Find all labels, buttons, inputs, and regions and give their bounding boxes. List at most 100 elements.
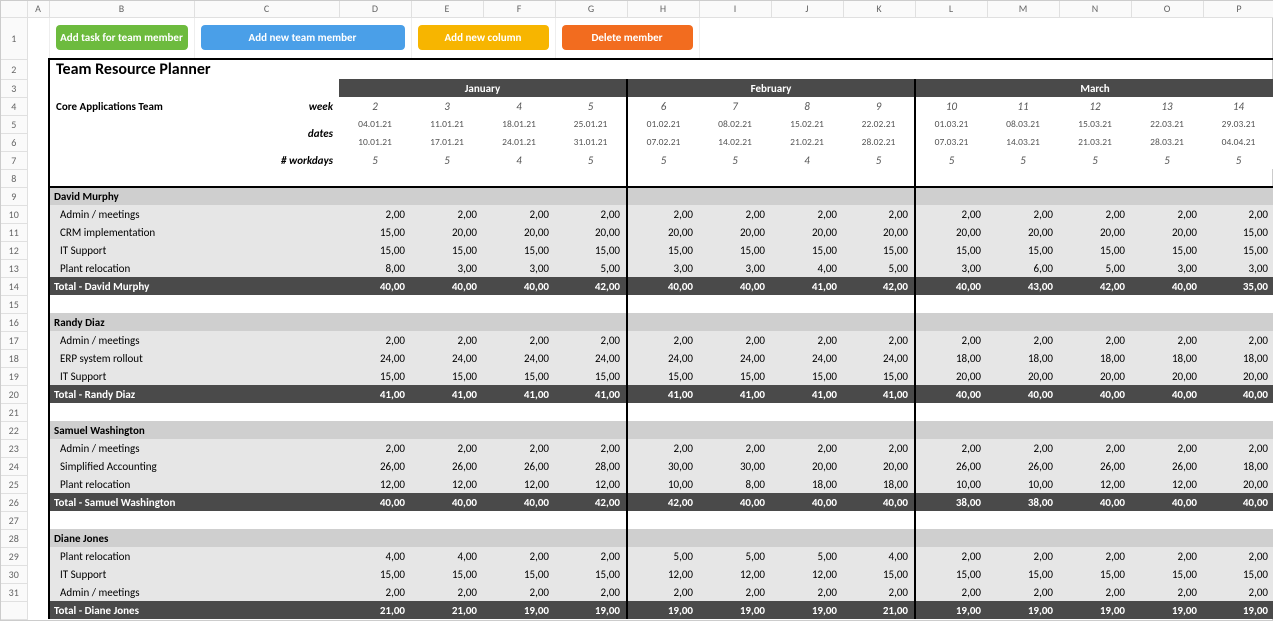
value-cell[interactable]: 24,00 [555,349,627,367]
value-cell[interactable]: 2,00 [1059,583,1131,601]
value-cell[interactable]: 15,00 [483,565,555,583]
value-cell[interactable]: 2,00 [1131,439,1203,457]
value-cell[interactable]: 40,00 [915,277,987,295]
value-cell[interactable]: 4,00 [339,547,411,565]
value-cell[interactable]: 2,00 [1131,205,1203,223]
value-cell[interactable]: 2,00 [483,583,555,601]
value-cell[interactable]: 19,00 [915,601,987,619]
value-cell[interactable]: 20,00 [1203,475,1273,493]
value-cell[interactable]: 2,00 [1059,547,1131,565]
value-cell[interactable]: 30,00 [699,457,771,475]
value-cell[interactable]: 2,00 [339,205,411,223]
value-cell[interactable]: 15,00 [699,241,771,259]
value-cell[interactable]: 41,00 [771,385,843,403]
value-cell[interactable]: 15,00 [339,223,411,241]
task-name[interactable]: IT Support [49,565,339,583]
value-cell[interactable]: 3,00 [627,259,699,277]
value-cell[interactable]: 40,00 [627,277,699,295]
value-cell[interactable]: 20,00 [771,457,843,475]
value-cell[interactable]: 18,00 [843,475,915,493]
value-cell[interactable]: 41,00 [555,385,627,403]
value-cell[interactable]: 41,00 [843,385,915,403]
add-member-button[interactable]: Add new team member [201,25,405,50]
value-cell[interactable]: 20,00 [843,457,915,475]
value-cell[interactable]: 20,00 [915,367,987,385]
value-cell[interactable]: 26,00 [411,457,483,475]
value-cell[interactable]: 2,00 [627,583,699,601]
value-cell[interactable]: 2,00 [1203,205,1273,223]
value-cell[interactable]: 28,00 [555,457,627,475]
value-cell[interactable]: 42,00 [555,277,627,295]
value-cell[interactable]: 2,00 [1059,331,1131,349]
value-cell[interactable]: 40,00 [771,493,843,511]
value-cell[interactable]: 2,00 [771,583,843,601]
value-cell[interactable]: 19,00 [483,601,555,619]
value-cell[interactable]: 12,00 [555,475,627,493]
value-cell[interactable]: 41,00 [411,385,483,403]
value-cell[interactable]: 41,00 [339,385,411,403]
value-cell[interactable]: 2,00 [627,205,699,223]
value-cell[interactable]: 15,00 [411,241,483,259]
value-cell[interactable]: 18,00 [1203,349,1273,367]
value-cell[interactable]: 2,00 [915,439,987,457]
value-cell[interactable]: 3,00 [1203,259,1273,277]
task-name[interactable]: Admin / meetings [49,205,339,223]
value-cell[interactable]: 15,00 [1203,223,1273,241]
value-cell[interactable]: 20,00 [1131,367,1203,385]
value-cell[interactable]: 2,00 [915,205,987,223]
value-cell[interactable]: 2,00 [843,331,915,349]
value-cell[interactable]: 15,00 [411,367,483,385]
value-cell[interactable]: 15,00 [339,241,411,259]
value-cell[interactable]: 8,00 [699,475,771,493]
value-cell[interactable]: 20,00 [555,223,627,241]
value-cell[interactable]: 4,00 [843,547,915,565]
value-cell[interactable]: 21,00 [339,601,411,619]
value-cell[interactable]: 40,00 [1131,385,1203,403]
value-cell[interactable]: 19,00 [627,601,699,619]
value-cell[interactable]: 6,00 [987,259,1059,277]
value-cell[interactable]: 18,00 [915,349,987,367]
value-cell[interactable]: 2,00 [987,205,1059,223]
value-cell[interactable]: 24,00 [411,349,483,367]
value-cell[interactable]: 2,00 [843,205,915,223]
value-cell[interactable]: 15,00 [555,241,627,259]
value-cell[interactable]: 2,00 [483,331,555,349]
value-cell[interactable]: 40,00 [339,277,411,295]
value-cell[interactable]: 20,00 [483,223,555,241]
task-name[interactable]: Admin / meetings [49,331,339,349]
value-cell[interactable]: 12,00 [483,475,555,493]
value-cell[interactable]: 40,00 [483,493,555,511]
value-cell[interactable]: 3,00 [915,259,987,277]
value-cell[interactable]: 15,00 [843,565,915,583]
value-cell[interactable]: 30,00 [627,457,699,475]
value-cell[interactable]: 2,00 [699,439,771,457]
delete-member-button[interactable]: Delete member [562,25,693,50]
task-name[interactable]: IT Support [49,241,339,259]
value-cell[interactable]: 12,00 [771,565,843,583]
value-cell[interactable]: 4,00 [771,259,843,277]
value-cell[interactable]: 41,00 [771,277,843,295]
value-cell[interactable]: 24,00 [339,349,411,367]
value-cell[interactable]: 12,00 [1059,475,1131,493]
value-cell[interactable]: 18,00 [987,349,1059,367]
value-cell[interactable]: 40,00 [843,493,915,511]
task-name[interactable]: Simplified Accounting [49,457,339,475]
value-cell[interactable]: 40,00 [339,493,411,511]
value-cell[interactable]: 40,00 [1203,385,1273,403]
value-cell[interactable]: 12,00 [411,475,483,493]
value-cell[interactable]: 18,00 [1131,349,1203,367]
value-cell[interactable]: 15,00 [843,367,915,385]
value-cell[interactable]: 40,00 [1059,385,1131,403]
value-cell[interactable]: 2,00 [987,439,1059,457]
value-cell[interactable]: 24,00 [771,349,843,367]
value-cell[interactable]: 2,00 [411,439,483,457]
value-cell[interactable]: 41,00 [627,385,699,403]
value-cell[interactable]: 26,00 [339,457,411,475]
value-cell[interactable]: 19,00 [555,601,627,619]
value-cell[interactable]: 38,00 [915,493,987,511]
value-cell[interactable]: 3,00 [699,259,771,277]
value-cell[interactable]: 15,00 [411,565,483,583]
value-cell[interactable]: 2,00 [915,583,987,601]
value-cell[interactable]: 2,00 [411,583,483,601]
value-cell[interactable]: 3,00 [411,259,483,277]
